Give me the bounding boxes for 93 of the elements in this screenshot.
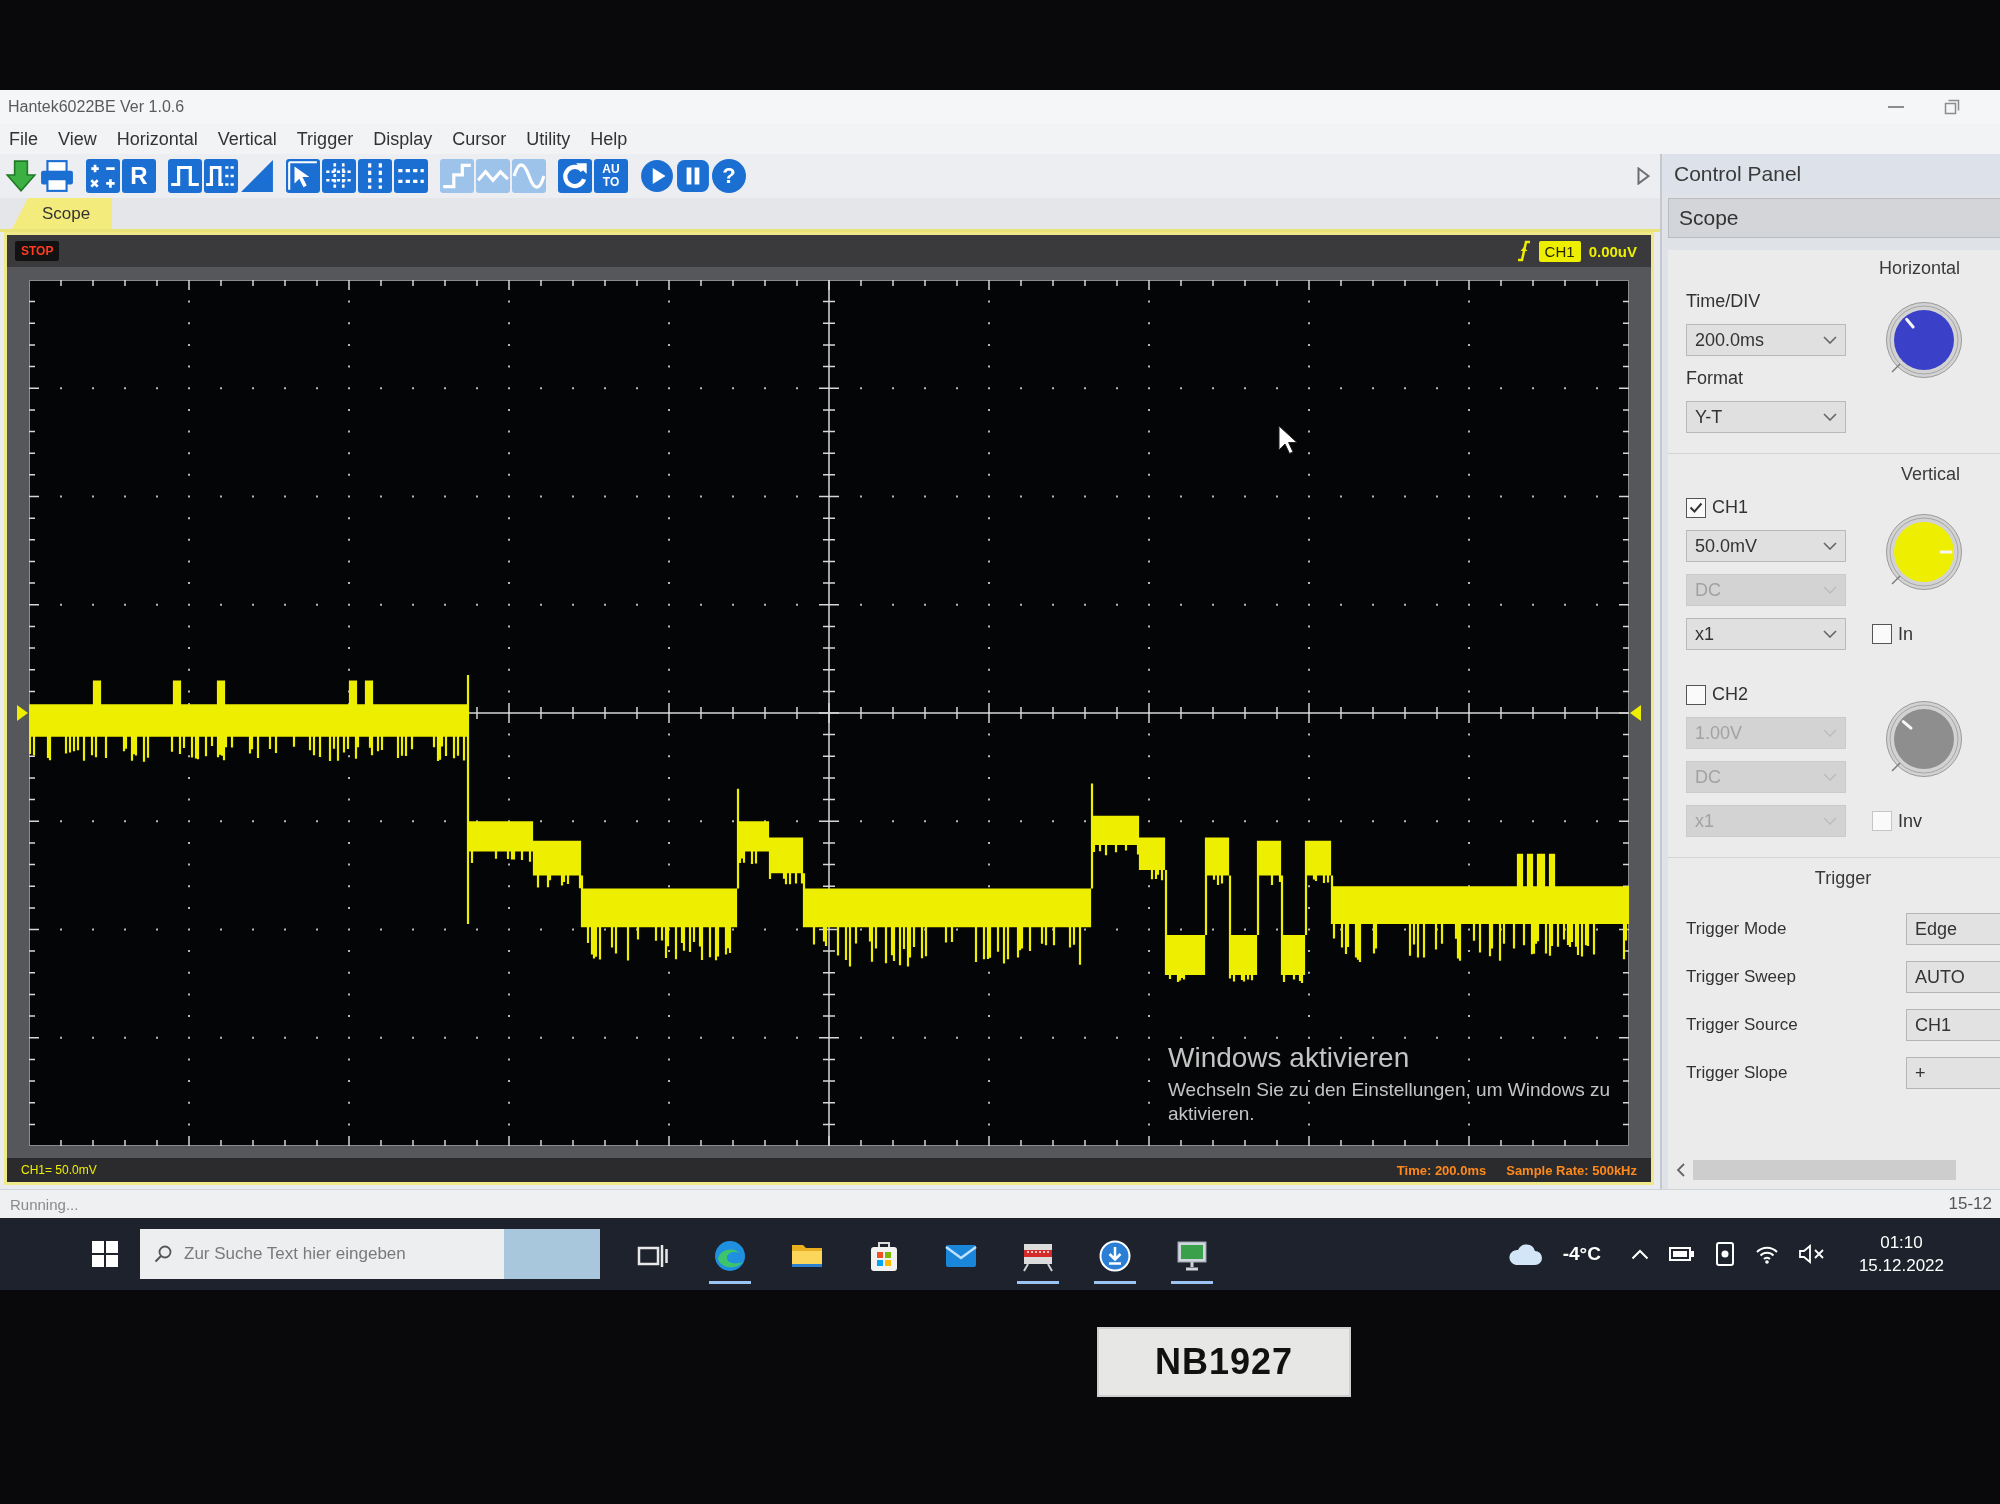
dropdown[interactable]: x1 xyxy=(1686,618,1846,650)
status-text: Running... xyxy=(10,1195,79,1213)
clock-date[interactable]: 15.12.2022 xyxy=(1858,1254,1944,1277)
channel-badge: CH1 xyxy=(1538,240,1581,262)
pulse-icon[interactable] xyxy=(168,159,202,193)
chevron-down-icon xyxy=(1823,336,1837,344)
checkmark-icon xyxy=(1689,502,1703,513)
speaker-muted-icon[interactable] xyxy=(1798,1244,1825,1264)
checkbox-label: CH1 xyxy=(1712,497,1748,518)
chevron-down-icon xyxy=(1823,630,1837,638)
activation-message: Wechseln Sie zu den Einstellungen, um Windows zu aktivieren. xyxy=(1168,1078,1612,1126)
status-clock: 15-12 xyxy=(1948,1194,1992,1214)
dropdown[interactable]: + xyxy=(1906,1057,2000,1089)
cloud-icon[interactable] xyxy=(1506,1242,1543,1266)
vertical-lines-icon[interactable] xyxy=(358,159,392,193)
checkbox-label: Inv xyxy=(1898,810,1922,832)
menu-item[interactable]: Utility xyxy=(517,125,580,153)
channel-marker-icon[interactable] xyxy=(17,704,28,721)
menu-item[interactable]: Help xyxy=(581,125,637,153)
tab[interactable]: Scope xyxy=(12,198,113,229)
search-field[interactable]: Zur Suche Text hier eingeben xyxy=(140,1229,600,1279)
battery-icon[interactable] xyxy=(1668,1245,1695,1263)
monitor-icon[interactable] xyxy=(1175,1240,1208,1272)
menu-item[interactable]: Display xyxy=(364,125,442,153)
field-label: Time/DIV xyxy=(1686,291,1762,312)
dropdown[interactable]: Y-T xyxy=(1686,401,1846,433)
restore-icon[interactable] xyxy=(1944,99,1960,115)
knob-icon[interactable] xyxy=(1885,699,1963,778)
dropdown[interactable]: AUTO xyxy=(1906,961,2000,993)
menu-item[interactable]: Trigger xyxy=(287,125,363,153)
tablet-icon[interactable] xyxy=(1714,1242,1735,1266)
chevron-down-icon xyxy=(1823,542,1837,550)
dropdown[interactable]: 50.0mV xyxy=(1686,530,1846,562)
chevron-down-icon xyxy=(1823,413,1837,421)
checkbox[interactable] xyxy=(1686,497,1706,518)
printer-icon[interactable] xyxy=(40,159,74,193)
field-label: Trigger Slope xyxy=(1686,1063,1789,1083)
play-icon[interactable] xyxy=(640,159,674,193)
arrow-down-icon[interactable] xyxy=(4,159,38,193)
checkbox-label: In xyxy=(1898,623,1913,645)
channel-scale: CH1= 50.0mV xyxy=(21,1163,98,1177)
dropdown[interactable]: CH1 xyxy=(1906,1009,2000,1041)
chevron-up-icon[interactable] xyxy=(1630,1248,1649,1260)
start-icon[interactable] xyxy=(92,1241,118,1267)
refresh-icon[interactable] xyxy=(558,159,592,193)
status-badge: STOP xyxy=(15,241,60,261)
panel-title: Control Panel xyxy=(1662,154,2000,194)
mouse-pointer-icon xyxy=(1278,425,1298,454)
menu-item[interactable]: View xyxy=(49,125,106,153)
ref-button[interactable]: R xyxy=(122,159,156,193)
field-label: Trigger Source xyxy=(1686,1015,1799,1035)
search-icon xyxy=(154,1245,172,1263)
grid-icon[interactable] xyxy=(322,159,356,193)
pulse-level-icon[interactable] xyxy=(204,159,238,193)
dropdown[interactable]: 200.0ms xyxy=(1686,324,1846,356)
plus-minus-icon[interactable] xyxy=(86,159,120,193)
checkbox[interactable] xyxy=(1872,624,1892,644)
wifi-icon[interactable] xyxy=(1754,1244,1779,1264)
checkbox-label: CH2 xyxy=(1712,684,1748,705)
field-label: Trigger Mode xyxy=(1686,919,1788,939)
pointer-icon[interactable] xyxy=(286,159,320,193)
field-label: Trigger Sweep xyxy=(1686,967,1797,987)
menu-item[interactable]: Vertical xyxy=(208,125,286,153)
scrollbar-thumb[interactable] xyxy=(1693,1160,1956,1180)
checkbox[interactable] xyxy=(1686,684,1706,705)
swirl-icon[interactable] xyxy=(713,1240,746,1272)
asset-tag-label: NB1927 xyxy=(1097,1327,1352,1397)
rising-edge-icon xyxy=(1516,240,1531,262)
section-header[interactable]: Scope xyxy=(1668,198,2000,238)
chevron-left-icon[interactable] xyxy=(1676,1163,1685,1177)
menu-item[interactable]: Cursor xyxy=(443,125,516,153)
trigger-level: 0.00uV xyxy=(1588,242,1637,260)
group-title: Horizontal xyxy=(1878,258,1960,279)
pause-icon[interactable] xyxy=(676,159,710,193)
help-button[interactable]: ? xyxy=(712,159,746,193)
clock-time[interactable]: 01:10 xyxy=(1880,1231,1923,1254)
window-title: Hantek6022BE Ver 1.0.6 xyxy=(8,98,185,116)
knob-icon[interactable] xyxy=(1885,301,1963,379)
menu-item[interactable]: File xyxy=(0,125,47,153)
field-label: Format xyxy=(1686,368,1744,389)
group-title: Vertical xyxy=(1900,464,1960,485)
triangle-right-icon[interactable] xyxy=(1637,167,1650,185)
activation-title: Windows aktivieren xyxy=(1168,1042,1411,1074)
weather-temperature[interactable]: -4°C xyxy=(1562,1243,1601,1265)
group-title: Trigger xyxy=(1814,868,1872,889)
ramp-icon[interactable] xyxy=(240,159,274,193)
menu-item[interactable]: Horizontal xyxy=(107,125,207,153)
horizontal-lines-icon[interactable] xyxy=(394,159,428,193)
dropdown[interactable]: Edge xyxy=(1906,913,2000,945)
sample-rate: Sample Rate: 500kHz xyxy=(1506,1162,1637,1178)
time-base: Time: 200.0ms xyxy=(1396,1162,1487,1178)
auto-button[interactable]: AUTO xyxy=(594,159,628,193)
download-icon[interactable] xyxy=(1098,1240,1131,1272)
